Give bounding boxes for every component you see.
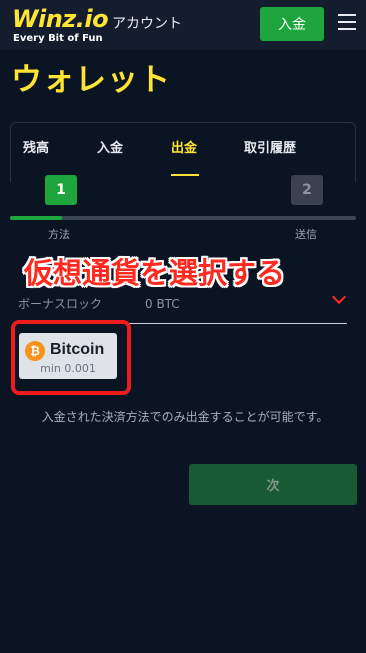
bitcoin-icon: ₿ (25, 341, 45, 361)
step-1-badge: 1 (45, 175, 77, 205)
method-min-amount: min 0.001 (40, 362, 96, 375)
next-button[interactable]: 次 (189, 464, 357, 505)
hamburger-menu-icon[interactable] (338, 14, 356, 32)
top-bar: Winz.io Every Bit of Fun アカウント 入金 (0, 0, 366, 50)
withdraw-note: 入金された決済方法でのみ出金することが可能です。 (41, 410, 329, 424)
step-progress-fill (10, 216, 62, 220)
step-2-badge: 2 (291, 175, 323, 205)
step-progress-bar (10, 216, 356, 220)
tab-history[interactable]: 取引履歴 (244, 139, 296, 159)
page-title: ウォレット (11, 62, 171, 98)
bonus-lock-value: 0 BTC (145, 297, 180, 311)
step-2-label: 送信 (295, 228, 317, 241)
winz-logo[interactable]: Winz.io Every Bit of Fun (12, 4, 109, 48)
tab-balance[interactable]: 残高 (23, 139, 49, 159)
bonus-lock-label: ボーナスロック (18, 297, 103, 311)
logo-wordmark: Winz.io (12, 5, 109, 33)
tab-withdraw[interactable]: 出金 (171, 139, 197, 159)
step-1-label: 方法 (48, 228, 70, 241)
logo-tagline: Every Bit of Fun (13, 33, 103, 44)
overlay-caption: 仮想通貨を選択する (24, 256, 286, 290)
tab-deposit[interactable]: 入金 (97, 139, 123, 159)
method-name: Bitcoin (50, 341, 105, 358)
account-link[interactable]: アカウント (112, 14, 182, 34)
active-tab-indicator (171, 174, 199, 176)
chevron-down-icon[interactable] (331, 289, 347, 305)
wallet-tabs: 残高 入金 出金 取引履歴 (10, 122, 356, 182)
deposit-button[interactable]: 入金 (260, 7, 324, 41)
bitcoin-method-card[interactable]: ₿ Bitcoin min 0.001 (19, 333, 117, 379)
